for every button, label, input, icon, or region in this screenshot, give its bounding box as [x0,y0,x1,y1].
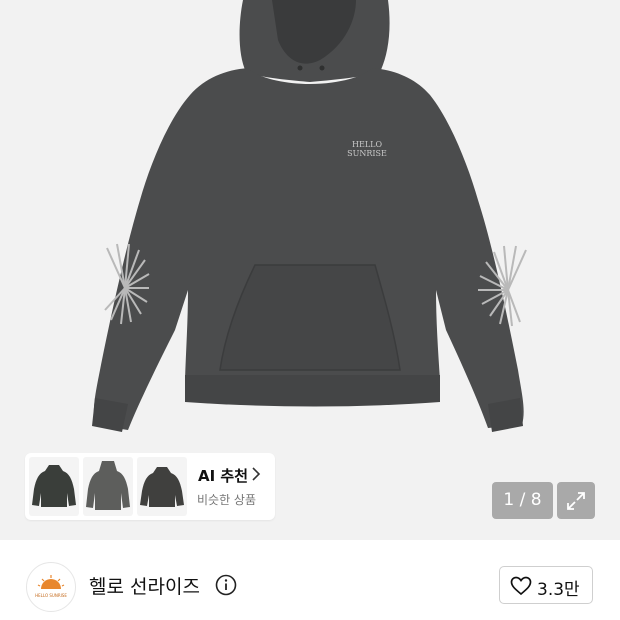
like-count: 3.3만 [537,580,580,600]
like-button[interactable]: 3.3만 [499,566,593,604]
ai-recommend-subtitle: 비슷한 상품 [197,493,257,507]
expand-icon [567,492,585,510]
chevron-right-icon [252,467,261,481]
ai-recommend-title[interactable]: AI 추천 [198,465,248,486]
chest-print-line2: SUNRISE [347,149,387,158]
hoodie-thumb-icon [86,461,130,510]
brand-logo-text: HELLO SUNRISE [35,593,67,598]
similar-product-thumb-2[interactable] [83,457,133,516]
info-icon[interactable] [215,574,237,596]
similar-product-thumb-1[interactable] [29,457,79,516]
hoodie-thumb-icon [140,467,184,507]
ai-recommend-card[interactable]: AI 추천 비슷한 상품 [25,453,275,520]
image-pager: 1 / 8 [492,482,553,519]
sunrise-logo-icon: HELLO SUNRISE [35,575,67,598]
brand-name[interactable]: 헬로 선라이즈 [89,572,200,599]
chest-print-line1: HELLO [352,140,382,149]
brand-logo[interactable]: HELLO SUNRISE [26,562,76,612]
similar-product-thumb-3[interactable] [137,457,187,516]
expand-button[interactable] [557,482,595,519]
product-image-gallery[interactable]: HELLO SUNRISE AI 추천 비슷한 상품 1 / 8 [0,0,620,540]
heart-icon [510,576,532,596]
hoodie-thumb-icon [32,465,76,507]
